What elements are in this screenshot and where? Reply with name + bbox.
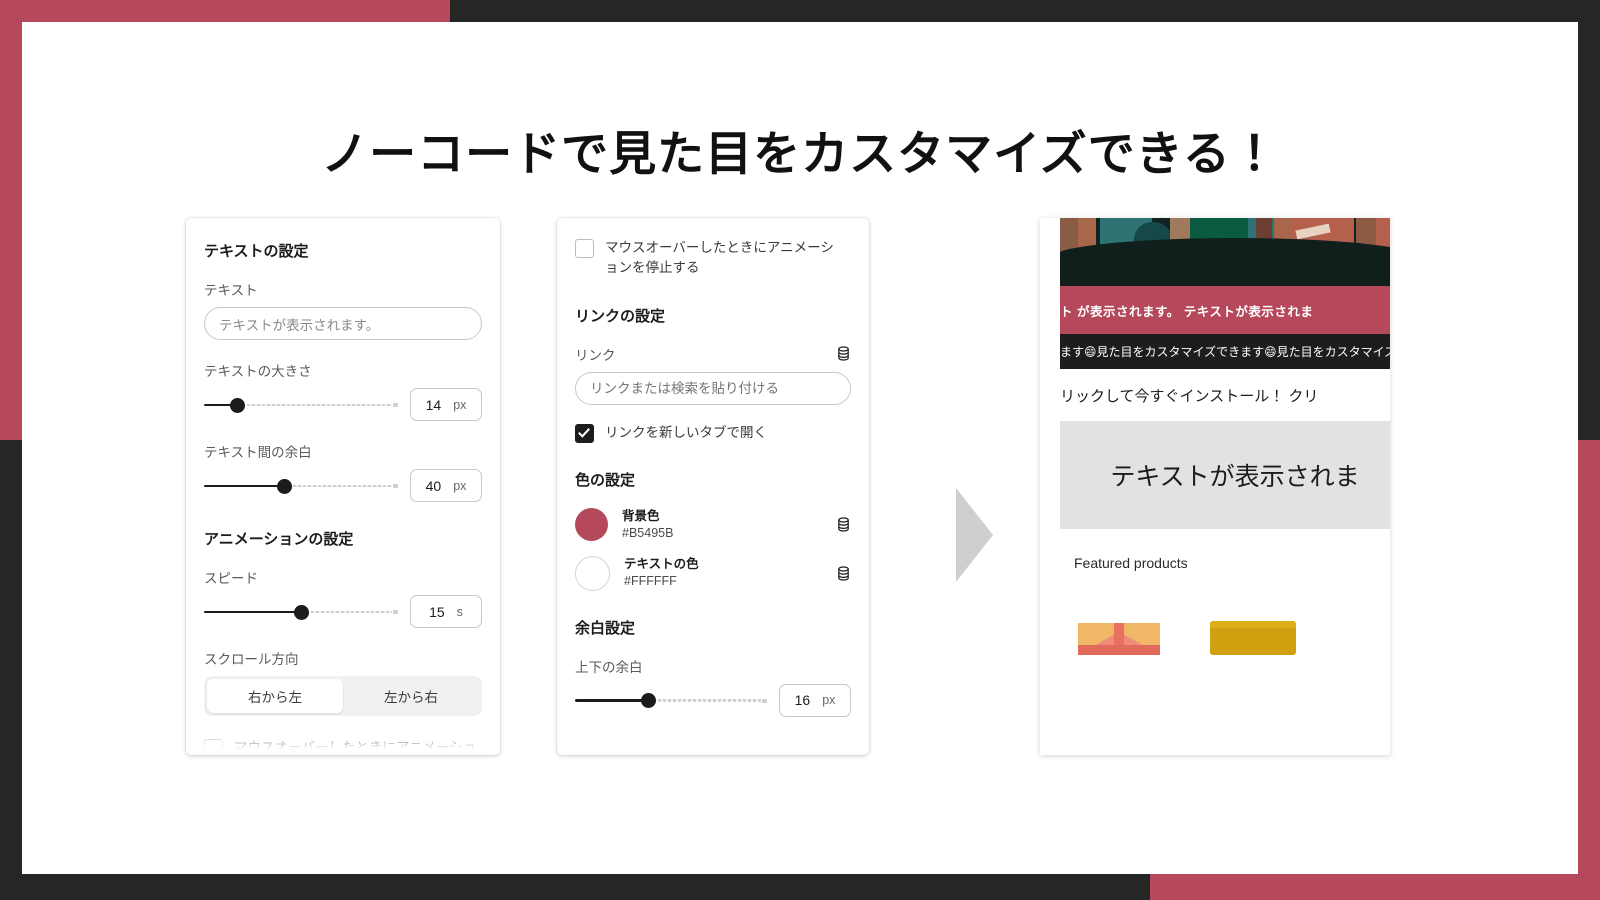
background-color-swatch[interactable] [575,508,608,542]
speed-label: スピード [204,571,258,586]
next-step-arrow-icon [956,488,993,582]
pause-on-hover-label-2: マウスオーバーしたときにアニメーションを停止する [605,240,834,276]
frame-band-top-left [0,0,450,22]
product-thumb-gift-box[interactable] [1078,609,1170,655]
font-size-slider[interactable] [204,396,398,414]
link-field-label: リンク [575,347,616,363]
vertical-padding-slider-row: 16 px [575,683,851,717]
text-gap-slider[interactable] [204,477,398,495]
link-settings-panel: マウスオーバーしたときにアニメーションを停止する リンクの設定 リンク リンクま… [557,218,869,755]
speed-slider-row: 15 s [204,595,482,628]
live-preview-panel: ト が表示されます。 テキストが表示されま ます😄見た目をカスタマイズできます😄… [1040,218,1390,755]
preview-marquee-crimson-text: ト が表示されます。 テキストが表示されま [1060,304,1314,319]
text-input[interactable] [204,307,482,340]
speed-unit: s [456,604,463,619]
speed-value: 15 [429,603,445,620]
color-row-text[interactable]: テキストの色 #FFFFFF [575,555,851,591]
link-field-label-row: リンク [575,344,851,364]
text-color-swatch[interactable] [575,555,610,591]
section-title-text: テキストの設定 [204,243,309,260]
product-thumb-soap-bar[interactable] [1210,609,1302,655]
vertical-padding-slider-knob[interactable] [640,693,656,708]
background-color-name: 背景色 [622,508,660,523]
frame-band-left-bottom [0,440,22,900]
text-color-name: テキストの色 [624,557,699,572]
preview-marquee-dark: ます😄見た目をカスタマイズできます😄見た目をカスタマイズでき [1060,334,1390,369]
background-color-meta: 背景色 #B5495B [622,508,822,542]
panel-fade-overlay-1 [186,729,500,755]
scroll-direction-label: スクロール方向 [204,652,299,667]
open-new-tab-label: リンクを新しいタブで開く [605,424,767,440]
database-icon[interactable] [836,565,851,581]
preview-viewport: ト が表示されます。 テキストが表示されま ます😄見た目をカスタマイズできます😄… [1060,218,1390,755]
text-gap-slider-row: 40 px [204,469,482,502]
frame-band-bottom-right [1150,874,1600,900]
background-color-hex: #B5495B [622,525,674,540]
pause-on-hover-row-2[interactable]: マウスオーバーしたときにアニメーションを停止する [575,238,851,279]
text-color-meta: テキストの色 #FFFFFF [624,556,822,590]
frame-band-left-top [0,0,22,440]
frame-band-right-bottom [1578,440,1600,900]
preview-product-list [1060,571,1390,655]
preview-cta-text: リックして今すぐインストール！ クリ [1060,387,1319,405]
text-gap-slider-knob[interactable] [276,478,292,494]
text-field-label: テキスト [204,283,258,298]
text-gap-value: 40 [425,477,442,494]
font-size-slider-row: 14 px [204,388,482,421]
vertical-padding-label: 上下の余白 [575,659,643,675]
open-new-tab-row[interactable]: リンクを新しいタブで開く [575,423,851,443]
pause-on-hover-checkbox-2[interactable] [575,239,594,258]
frame-band-top-right [450,0,1600,22]
speed-slider-knob[interactable] [294,604,309,620]
preview-marquee-crimson: ト が表示されます。 テキストが表示されま [1060,286,1390,334]
text-settings-panel: テキストの設定 テキスト テキストの大きさ 14 px テキスト間の余白 [186,218,500,755]
open-new-tab-checkbox[interactable] [575,423,594,443]
scroll-direction-segmented: 右から左 左から右 [204,676,482,716]
font-size-unit: px [453,397,467,412]
scroll-direction-option-rtl[interactable]: 右から左 [207,679,343,713]
section-title-spacing: 余白設定 [575,619,636,637]
vertical-padding-value-box[interactable]: 16 px [779,683,851,717]
text-color-hex: #FFFFFF [624,574,677,588]
section-title-color: 色の設定 [575,471,636,489]
preview-hero-illustration [1060,218,1390,286]
vertical-padding-value: 16 [794,692,811,708]
preview-big-text: テキストが表示されま [1110,463,1360,491]
frame-band-bottom-left [0,874,1150,900]
text-gap-label: テキスト間の余白 [204,445,312,460]
page-title: ノーコードで見た目をカスタマイズできる！ [321,127,1279,181]
link-input[interactable] [575,371,851,405]
scroll-direction-option-ltr[interactable]: 左から右 [343,679,479,713]
database-icon[interactable] [836,346,851,361]
color-row-background[interactable]: 背景色 #B5495B [575,508,851,542]
font-size-value: 14 [425,396,442,413]
preview-cta-marquee: リックして今すぐインストール！ クリ [1060,369,1390,421]
text-gap-unit: px [453,478,467,493]
frame-band-right-top [1578,0,1600,440]
section-title-animation: アニメーションの設定 [204,531,354,548]
font-size-value-box[interactable]: 14 px [410,388,482,421]
content-stage: ノーコードで見た目をカスタマイズできる！ テキストの設定 テキスト テキストの大… [22,22,1578,874]
section-title-link: リンクの設定 [575,307,666,325]
preview-marquee-dark-text: ます😄見た目をカスタマイズできます😄見た目をカスタマイズでき [1060,345,1390,359]
preview-featured-label: Featured products [1074,555,1188,571]
speed-slider[interactable] [204,603,398,621]
vertical-padding-slider[interactable] [575,691,767,709]
text-gap-value-box[interactable]: 40 px [410,469,482,502]
preview-big-text-band: テキストが表示されま [1060,421,1390,529]
database-icon[interactable] [836,517,851,532]
vertical-padding-unit: px [822,693,836,707]
speed-value-box[interactable]: 15 s [410,595,482,628]
font-size-label: テキストの大きさ [204,364,312,379]
font-size-slider-knob[interactable] [229,397,245,413]
